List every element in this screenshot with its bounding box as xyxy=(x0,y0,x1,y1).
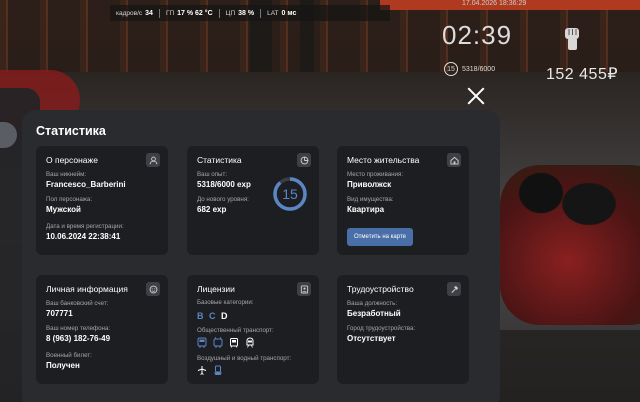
divider xyxy=(158,8,160,18)
plane-icon xyxy=(197,366,207,375)
hud-level-badge: 15 xyxy=(444,62,458,76)
air-water-transport-label: Воздушный и водный транспорт: xyxy=(197,355,292,362)
military-id-value: Получен xyxy=(46,361,80,370)
card-title: Лицензии xyxy=(197,284,235,294)
gender-value: Мужской xyxy=(46,205,81,214)
pie-chart-icon xyxy=(297,153,311,167)
property-value: Квартира xyxy=(347,205,385,214)
mark-on-map-button[interactable]: Отметить на карте xyxy=(347,228,413,246)
close-button[interactable] xyxy=(466,86,486,106)
registration-label: Дата и время регистрации: xyxy=(46,223,124,230)
train-icon xyxy=(246,337,254,348)
bank-account-label: Ваш банковский счет: xyxy=(46,300,109,307)
hud-money: 152 455₽ xyxy=(546,66,619,83)
nickname-label: Ваш никнейм: xyxy=(46,171,87,178)
divider xyxy=(218,8,220,18)
card-residence: Место жительства Место проживания: Приво… xyxy=(337,146,469,255)
public-transport-label: Общественный транспорт: xyxy=(197,327,274,334)
gpu-value: 17 % 62 °C xyxy=(177,9,213,17)
characters-silhouette xyxy=(505,160,625,270)
user-icon xyxy=(146,153,160,167)
exp-label: Ваш опыт: xyxy=(197,171,228,178)
hud-clock: 02:39 xyxy=(442,20,513,50)
card-title: Трудоустройство xyxy=(347,284,414,294)
level-number: 15 xyxy=(282,186,298,202)
fps-value: 34 xyxy=(145,9,153,17)
fist-icon xyxy=(565,28,579,50)
bus-icon xyxy=(197,337,207,348)
fps-stat: кадров/с 34 xyxy=(116,10,153,17)
category-b: B xyxy=(197,311,204,321)
page-title: Статистика xyxy=(36,124,106,138)
card-statistics: Статистика Ваш опыт: 5318/6000 exp До но… xyxy=(187,146,319,255)
boat-icon xyxy=(214,365,222,375)
cpu-label: ЦП xyxy=(225,9,236,17)
house-icon xyxy=(447,153,461,167)
card-title: Статистика xyxy=(197,155,242,165)
face-icon xyxy=(146,282,160,296)
next-level-label: До нового уровня: xyxy=(197,196,249,203)
cpu-value: 38 % xyxy=(238,9,255,17)
id-card-icon xyxy=(297,282,311,296)
card-employment: Трудоустройство Ваша должность: Безработ… xyxy=(337,275,469,384)
gpu-label: ГП xyxy=(165,9,175,17)
card-title: Место жительства xyxy=(347,155,420,165)
card-personal-info: Личная информация Ваш банковский счет: 7… xyxy=(36,275,168,384)
hammer-icon xyxy=(447,282,461,296)
exp-value: 5318/6000 exp xyxy=(197,180,251,189)
position-value: Безработный xyxy=(347,309,401,318)
next-level-value: 682 exp xyxy=(197,205,227,214)
nickname-value: Francesco_Barberini xyxy=(46,180,126,189)
phone-label: Ваш номер телефона: xyxy=(46,325,111,332)
base-categories-label: Базовые категории: xyxy=(197,299,254,306)
lat-label: LAT xyxy=(267,9,279,17)
position-label: Ваша должность: xyxy=(347,300,398,307)
trolleybus-icon xyxy=(213,337,223,348)
phone-value: 8 (963) 182-76-49 xyxy=(46,334,111,343)
residence-value: Приволжск xyxy=(347,180,392,189)
registration-value: 10.06.2024 22:38:41 xyxy=(46,232,121,241)
job-city-label: Город трудоустройства: xyxy=(347,325,416,332)
card-title: О персонаже xyxy=(46,155,98,165)
divider xyxy=(260,8,262,18)
bank-account-value: 707771 xyxy=(46,309,73,318)
cpu-stat: ЦП 38 % xyxy=(226,10,254,17)
fps-label: кадров/с xyxy=(116,9,143,17)
hud-datetime: 17.04.2026 18:36:29 xyxy=(462,0,527,7)
category-c: C xyxy=(209,311,216,321)
gender-label: Пол персонажа: xyxy=(46,196,93,203)
hud-level: 15 5318/6000 xyxy=(444,62,495,76)
lat-stat: LAT 0 мс xyxy=(267,10,296,17)
card-title: Личная информация xyxy=(46,284,128,294)
hud-exp: 5318/6000 xyxy=(462,65,496,73)
tram-icon xyxy=(230,338,238,348)
category-d: D xyxy=(221,311,228,321)
residence-label: Место проживания: xyxy=(347,171,404,178)
property-label: Вид имущества: xyxy=(347,196,394,203)
card-about-character: О персонаже Ваш никнейм: Francesco_Barbe… xyxy=(36,146,168,255)
performance-overlay: кадров/с 34 ГП 17 % 62 °C ЦП 38 % LAT 0 мс xyxy=(110,5,390,21)
military-id-label: Военный билет: xyxy=(46,352,92,359)
lat-value: 0 мс xyxy=(281,9,297,17)
gpu-stat: ГП 17 % 62 °C xyxy=(166,10,213,17)
card-licenses: Лицензии Базовые категории: B C D Общест… xyxy=(187,275,319,384)
job-city-value: Отсутствует xyxy=(347,334,396,343)
